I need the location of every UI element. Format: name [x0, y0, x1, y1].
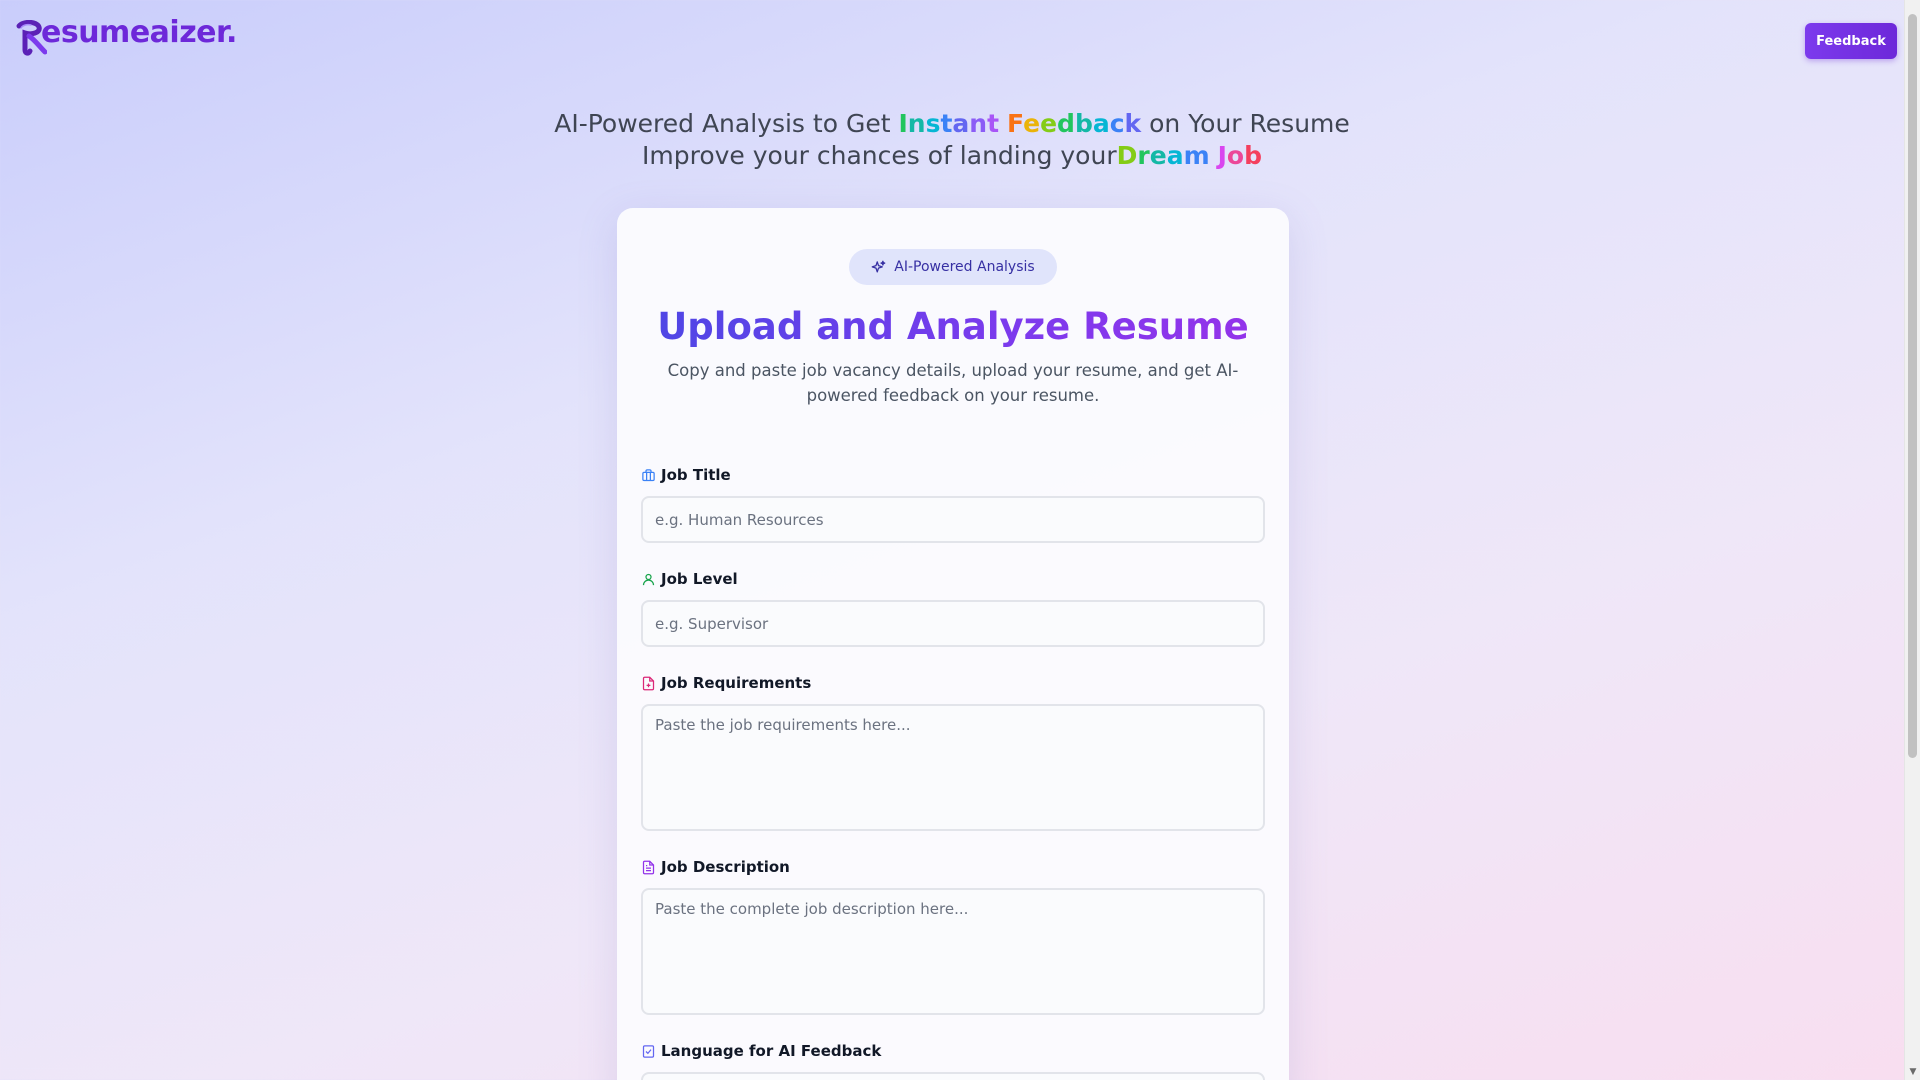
job-description-label-text: Job Description — [661, 858, 790, 876]
language-select[interactable] — [641, 1072, 1265, 1080]
scroll-down-arrow-icon[interactable]: ▼ — [1908, 1067, 1918, 1077]
hero-highlight-job: Job — [1217, 141, 1262, 170]
language-label-text: Language for AI Feedback — [661, 1042, 882, 1060]
scrollbar-thumb[interactable] — [1908, 14, 1917, 758]
logo[interactable]: esumeaizer. — [15, 10, 237, 56]
page: esumeaizer. Feedback AI-Powered Analysis… — [0, 0, 1904, 1080]
job-requirements-label: Job Requirements — [641, 674, 811, 692]
hero-line-1: AI-Powered Analysis to Get Instant Feedb… — [0, 108, 1904, 140]
job-description-textarea[interactable] — [641, 888, 1265, 1015]
job-level-input[interactable] — [641, 600, 1265, 647]
ai-badge: AI-Powered Analysis — [849, 249, 1057, 285]
hero-highlight-feedback: Feedback — [1007, 109, 1142, 138]
job-title-label: Job Title — [641, 466, 731, 484]
logo-text: esumeaizer. — [41, 15, 237, 50]
scrollbar[interactable]: ▼ — [1904, 0, 1920, 1080]
language-label: Language for AI Feedback — [641, 1042, 881, 1060]
job-requirements-label-text: Job Requirements — [661, 674, 812, 692]
job-title-input[interactable] — [641, 496, 1265, 543]
file-text-icon — [642, 860, 655, 874]
ai-badge-label: AI-Powered Analysis — [894, 259, 1035, 275]
job-level-label: Job Level — [641, 570, 738, 588]
hero-line-1-prefix: AI-Powered Analysis to Get — [554, 109, 899, 138]
user-icon — [642, 573, 655, 585]
hero-line-2-prefix: Improve your chances of landing your — [642, 141, 1117, 170]
card-subtitle: Copy and paste job vacancy details, uplo… — [667, 361, 1239, 405]
job-title-label-text: Job Title — [661, 466, 731, 484]
sparkles-icon — [871, 260, 886, 272]
card-title: Upload and Analyze Resume — [617, 303, 1289, 351]
feedback-button[interactable]: Feedback — [1805, 23, 1897, 59]
card-title-text: Upload and Analyze Resume — [657, 305, 1249, 348]
job-description-label: Job Description — [641, 858, 790, 876]
hero: AI-Powered Analysis to Get Instant Feedb… — [0, 108, 1904, 172]
checklist-icon — [642, 1044, 655, 1058]
hero-line-2: Improve your chances of landing yourDrea… — [0, 140, 1904, 172]
hero-highlight-dream: Dream — [1116, 141, 1210, 170]
briefcase-icon — [642, 468, 655, 481]
job-level-label-text: Job Level — [661, 570, 738, 588]
upload-card: AI-Powered Analysis Upload and Analyze R… — [617, 208, 1289, 1080]
job-requirements-textarea[interactable] — [641, 704, 1265, 831]
document-icon — [642, 676, 655, 690]
hero-highlight-instant: Instant — [898, 109, 1000, 138]
hero-line-1-suffix: on Your Resume — [1141, 109, 1350, 138]
